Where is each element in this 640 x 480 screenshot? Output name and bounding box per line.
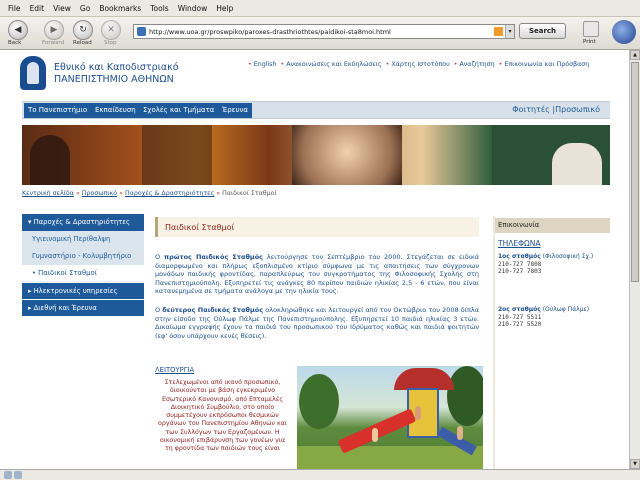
sidebar-item-eservices[interactable]: ▸ Ηλεκτρονικές υπηρεσίες (22, 282, 144, 299)
menu-tools[interactable]: Tools (150, 4, 168, 13)
stop-label: Stop (104, 40, 117, 46)
page-viewport: Εθνικό και Καποδιστριακό ΠΑΝΕΠΙΣΤΗΜΙΟ ΑΘ… (0, 50, 629, 469)
status-connection-icon (14, 471, 22, 479)
top-links: • English • Ανακοινώσεις και Εκδηλώσεις • Χ… (248, 61, 590, 68)
back-arrow-icon: ◀ (14, 25, 22, 35)
forward-button[interactable]: ▶ (44, 20, 64, 40)
back-button[interactable]: ◀ (8, 20, 28, 40)
sidebar-nav: ▾ Παροχές & Δραστηριότητες Υγιεινομική Π… (22, 214, 144, 316)
nav-schools[interactable]: Σχολές και Τμήματα (139, 103, 220, 118)
reload-label: Reload (73, 40, 92, 46)
contact-heading: Επικοινωνία (495, 218, 610, 233)
top-link-announcements[interactable]: Ανακοινώσεις και Εκδηλώσεις (286, 61, 381, 68)
top-link-sitemap[interactable]: Χάρτης Ιστοτόπου (391, 61, 449, 68)
forward-arrow-icon: ▶ (50, 25, 58, 35)
nav-education[interactable]: Εκπαίδευση (91, 103, 141, 118)
station1-location: (Φιλοσοφική Σχ.) (540, 253, 594, 260)
right-column-divider (493, 216, 495, 469)
breadcrumb: Κεντρική σελίδα» Προσωπικό» Παροχές & Δρασ… (22, 190, 277, 197)
vertical-scrollbar[interactable]: ▲ ▼ (629, 50, 640, 469)
playground-photo (297, 366, 483, 469)
breadcrumb-benefits[interactable]: Παροχές & Δραστηριότητες (125, 190, 214, 197)
rss-feed-icon[interactable] (494, 27, 503, 36)
sidebar-item-benefits[interactable]: ▾ Παροχές & Δραστηριότητες (22, 214, 144, 231)
top-link-contact[interactable]: Επικοινωνία και Πρόσβαση (504, 61, 589, 68)
nav-research[interactable]: Έρευνα (218, 103, 254, 118)
university-logo-icon[interactable] (20, 56, 46, 90)
section-text-operation: Στελεχωμένοι από ικανό προσωπικό, διοικο… (158, 379, 287, 453)
sidebar-item-gym[interactable]: Γυμναστήριο - Κολυμβητήριο (22, 248, 144, 265)
audience-students-link[interactable]: Φοιτητές (512, 105, 550, 114)
phones-title: ΤΗΛΕΦΩΝΑ (498, 239, 541, 248)
page-title: Παιδικοί Σταθμοί (165, 223, 235, 232)
address-bar[interactable]: http://www.uoa.gr/proswpiko/paroxes-dras… (133, 24, 515, 39)
search-button[interactable]: Search (519, 23, 566, 39)
menu-go[interactable]: Go (80, 4, 90, 13)
breadcrumb-current: Παιδικοί Σταθμοί (222, 190, 277, 197)
url-dropdown-icon[interactable]: ▾ (505, 25, 514, 38)
second-nursery-bold: δεύτερος Παιδικός Σταθμός (162, 306, 264, 314)
station2-phone-1: 210-727 5511 (498, 313, 542, 321)
station2-phone-2: 210-727 5520 (498, 321, 542, 328)
forward-label: Forward (42, 40, 65, 46)
browser-toolbar: ◀ Back ▶ Forward ↻ Reload ✕ Stop http://… (0, 17, 640, 50)
menu-window[interactable]: Window (178, 4, 208, 13)
menu-help[interactable]: Help (216, 4, 233, 13)
status-security-icon (4, 471, 12, 479)
station1-phone-1: 210-727 7808 (498, 260, 542, 268)
sidebar-item-international[interactable]: ▸ Διεθνή και Έρευνα (22, 299, 144, 316)
reload-icon: ↻ (79, 25, 87, 35)
university-name-line2: ΠΑΝΕΠΙΣΤΗΜΙΟ ΑΘΗΝΩΝ (54, 74, 174, 85)
menu-bookmarks[interactable]: Bookmarks (99, 4, 141, 13)
top-link-english[interactable]: English (254, 61, 277, 68)
university-name-line1: Εθνικό και Καποδιστριακό (54, 62, 179, 73)
sidebar-item-health[interactable]: Υγιεινομική Περίθαλψη (22, 231, 144, 248)
breadcrumb-home[interactable]: Κεντρική σελίδα (22, 190, 74, 197)
section-heading-operation: ΛΕΙΤΟΥΡΓΙΑ (155, 366, 195, 374)
scroll-up-icon[interactable]: ▲ (630, 50, 640, 60)
first-nursery-bold: πρώτος Παιδικός Σταθμός (164, 253, 264, 261)
nav-university[interactable]: Το Πανεπιστήμιο (24, 103, 93, 118)
scroll-down-icon[interactable]: ▼ (630, 459, 640, 469)
status-bar (0, 469, 640, 480)
menu-view[interactable]: View (53, 4, 71, 13)
audience-staff-link[interactable]: Προσωπικό (555, 105, 600, 114)
back-label: Back (8, 40, 22, 46)
station1-contact: 1ος σταθμός (Φιλοσοφική Σχ.) 210-727 780… (498, 253, 593, 276)
station2-name: 2ος σταθμός (498, 306, 541, 313)
paragraph-first-nursery: Ο πρώτος Παιδικός Σταθμός λειτούργησε το… (155, 253, 480, 296)
reload-button[interactable]: ↻ (73, 20, 93, 40)
station1-name: 1ος σταθμός (498, 253, 541, 260)
main-navigation: Το Πανεπιστήμιο Εκπαίδευση Σχολές και Τμ… (22, 101, 610, 119)
station2-contact: 2ος σταθμός (Ούλωφ Πάλμε) 210-727 5511 2… (498, 306, 589, 329)
print-button[interactable] (583, 21, 599, 37)
audience-links: Φοιτητές |Προσωπικό (512, 105, 600, 114)
university-name[interactable]: Εθνικό και Καποδιστριακό ΠΑΝΕΠΙΣΤΗΜΙΟ ΑΘ… (54, 62, 179, 86)
station1-phone-2: 210-727 7803 (498, 268, 542, 275)
top-link-search[interactable]: Αναζήτηση (459, 61, 494, 68)
paragraph-second-nursery: Ο δεύτερος Παιδικός Σταθμός ολοκληρώθηκε… (155, 306, 480, 340)
browser-throbber-icon (612, 20, 636, 44)
site-favicon-icon (137, 27, 146, 36)
stop-icon: ✕ (107, 25, 115, 35)
breadcrumb-staff[interactable]: Προσωπικό (82, 190, 117, 197)
browser-menubar: File Edit View Go Bookmarks Tools Window… (0, 0, 640, 17)
search-label: Search (528, 27, 557, 35)
menu-edit[interactable]: Edit (30, 4, 45, 13)
station2-location: (Ούλωφ Πάλμε) (540, 306, 590, 313)
stop-button[interactable]: ✕ (101, 20, 121, 40)
url-text[interactable]: http://www.uoa.gr/proswpiko/paroxes-dras… (149, 28, 494, 36)
print-label: Print (583, 39, 596, 45)
scroll-thumb[interactable] (631, 62, 639, 282)
sidebar-item-nurseries[interactable]: • Παιδικοί Σταθμοί (22, 265, 144, 282)
header-banner-image (22, 125, 610, 185)
menu-file[interactable]: File (8, 4, 21, 13)
